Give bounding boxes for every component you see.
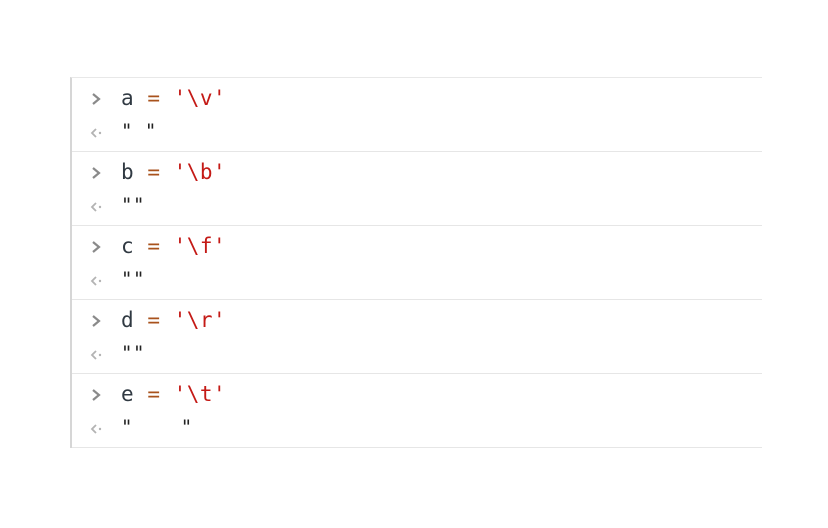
assign-operator: = <box>147 234 161 258</box>
chevron-right-icon <box>92 167 101 179</box>
console-output-value: "" <box>121 268 145 290</box>
console-output-line: "" <box>72 266 762 296</box>
string-literal: '\t' <box>173 382 227 406</box>
console-output-value: "" <box>121 194 145 216</box>
console-input-line[interactable]: b = '\b' <box>72 158 762 188</box>
console-output-line: " " <box>72 118 762 148</box>
console-entry: d = '\r' "" <box>72 300 762 374</box>
console-output-value: " " <box>121 120 157 142</box>
console-input-code: e = '\t' <box>121 382 226 406</box>
console-input-line[interactable]: c = '\f' <box>72 232 762 262</box>
console-output-value: "" <box>121 342 145 364</box>
return-arrow-icon <box>90 276 102 286</box>
console-entry: c = '\f' "" <box>72 226 762 300</box>
return-arrow-icon <box>90 202 102 212</box>
return-arrow-icon <box>90 128 102 138</box>
string-literal: '\b' <box>173 160 227 184</box>
variable-name: e <box>121 382 135 406</box>
variable-name: c <box>121 234 135 258</box>
chevron-right-icon <box>92 389 101 401</box>
console-output-line: " " <box>72 414 762 444</box>
assign-operator: = <box>147 160 161 184</box>
devtools-console: a = '\v' " " b = '\b' "" c = '\f' "" d =… <box>70 77 762 448</box>
chevron-right-icon <box>92 241 101 253</box>
assign-operator: = <box>147 308 161 332</box>
string-literal: '\f' <box>173 234 227 258</box>
console-input-line[interactable]: a = '\v' <box>72 84 762 114</box>
console-entry: b = '\b' "" <box>72 152 762 226</box>
variable-name: b <box>121 160 135 184</box>
variable-name: a <box>121 86 135 110</box>
console-entry: a = '\v' " " <box>72 78 762 152</box>
console-output-line: "" <box>72 340 762 370</box>
console-output-value: " " <box>121 416 193 438</box>
console-output-line: "" <box>72 192 762 222</box>
console-input-line[interactable]: e = '\t' <box>72 380 762 410</box>
console-input-line[interactable]: d = '\r' <box>72 306 762 336</box>
console-input-code: c = '\f' <box>121 234 226 258</box>
console-entry: e = '\t' " " <box>72 374 762 448</box>
console-input-code: d = '\r' <box>121 308 226 332</box>
return-arrow-icon <box>90 350 102 360</box>
chevron-right-icon <box>92 315 101 327</box>
variable-name: d <box>121 308 135 332</box>
assign-operator: = <box>147 382 161 406</box>
chevron-right-icon <box>92 93 101 105</box>
string-literal: '\v' <box>173 86 227 110</box>
console-input-code: a = '\v' <box>121 86 226 110</box>
assign-operator: = <box>147 86 161 110</box>
console-input-code: b = '\b' <box>121 160 226 184</box>
return-arrow-icon <box>90 424 102 434</box>
string-literal: '\r' <box>173 308 227 332</box>
